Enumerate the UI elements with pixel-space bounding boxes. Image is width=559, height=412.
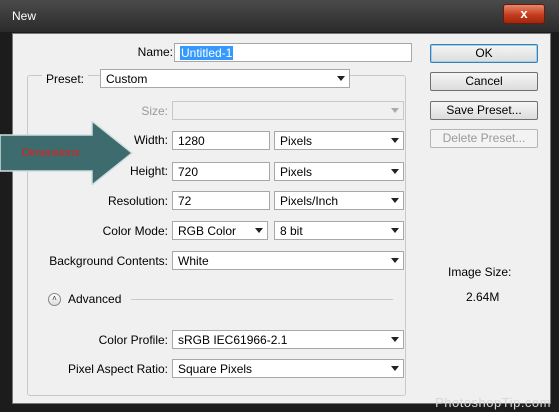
chevron-down-icon — [391, 258, 399, 263]
chevron-down-icon — [391, 228, 399, 233]
name-input-value: Untitled-1 — [180, 46, 234, 60]
color-profile-value: sRGB IEC61966-2.1 — [178, 333, 288, 347]
new-document-dialog: Name: Untitled-1 Preset: Custom Size: Wi… — [12, 33, 551, 404]
image-size-value: 2.64M — [466, 290, 500, 304]
close-button[interactable]: x — [503, 4, 545, 24]
chevron-down-icon — [391, 366, 399, 371]
chevron-down-icon — [391, 138, 399, 143]
pixel-aspect-ratio-label: Pixel Aspect Ratio: — [67, 362, 168, 376]
chevron-down-icon — [337, 76, 345, 81]
resolution-unit-value: Pixels/Inch — [280, 194, 339, 208]
height-unit-value: Pixels — [280, 165, 313, 179]
color-mode-select[interactable]: RGB Color — [172, 221, 268, 240]
chevron-down-icon — [391, 108, 399, 113]
height-unit-select[interactable]: Pixels — [274, 162, 404, 181]
resolution-value: 72 — [178, 194, 192, 208]
advanced-label: Advanced — [68, 292, 122, 306]
width-unit-value: Pixels — [280, 134, 313, 148]
advanced-toggle-button[interactable]: ˄ — [48, 293, 61, 306]
pixel-aspect-ratio-select[interactable]: Square Pixels — [172, 359, 404, 378]
name-label: Name: — [137, 45, 173, 59]
width-value: 1280 — [178, 134, 205, 148]
bit-depth-select[interactable]: 8 bit — [274, 221, 404, 240]
background-contents-label: Background Contents: — [49, 254, 168, 268]
image-size-label: Image Size: — [448, 265, 512, 279]
width-unit-select[interactable]: Pixels — [274, 131, 404, 150]
height-value: 720 — [178, 165, 199, 179]
dimensions-annotation: Dimensions — [22, 147, 80, 159]
title-bar[interactable]: New x — [0, 0, 559, 32]
name-input[interactable]: Untitled-1 — [174, 43, 412, 62]
pixel-aspect-ratio-value: Square Pixels — [178, 362, 253, 376]
chevron-down-icon — [391, 198, 399, 203]
advanced-separator — [131, 299, 393, 300]
chevron-down-icon — [391, 337, 399, 342]
preset-select[interactable]: Custom — [100, 69, 350, 88]
cancel-button[interactable]: Cancel — [430, 72, 538, 91]
color-profile-select[interactable]: sRGB IEC61966-2.1 — [172, 330, 404, 349]
ok-button[interactable]: OK — [430, 44, 538, 63]
chevron-up-icon: ˄ — [52, 294, 57, 303]
resolution-input[interactable]: 72 — [172, 191, 270, 210]
color-mode-value: RGB Color — [178, 224, 237, 238]
preset-label: Preset: — [42, 72, 89, 86]
close-icon: x — [520, 6, 528, 21]
color-mode-label: Color Mode: — [102, 224, 168, 238]
background-contents-select[interactable]: White — [172, 251, 404, 270]
watermark: PhotoshopTip.com — [435, 395, 551, 410]
color-profile-label: Color Profile: — [98, 333, 168, 347]
size-select — [172, 101, 404, 120]
resolution-label: Resolution: — [107, 194, 168, 208]
preset-value: Custom — [106, 72, 148, 86]
background-contents-value: White — [178, 254, 209, 268]
size-label: Size: — [141, 104, 168, 118]
resolution-unit-select[interactable]: Pixels/Inch — [274, 191, 404, 210]
height-input[interactable]: 720 — [172, 162, 270, 181]
delete-preset-button: Delete Preset... — [430, 129, 538, 148]
bit-depth-value: 8 bit — [280, 224, 303, 238]
chevron-down-icon — [255, 228, 263, 233]
chevron-down-icon — [391, 169, 399, 174]
width-input[interactable]: 1280 — [172, 131, 270, 150]
save-preset-button[interactable]: Save Preset... — [430, 101, 538, 120]
window-title: New — [12, 9, 37, 23]
